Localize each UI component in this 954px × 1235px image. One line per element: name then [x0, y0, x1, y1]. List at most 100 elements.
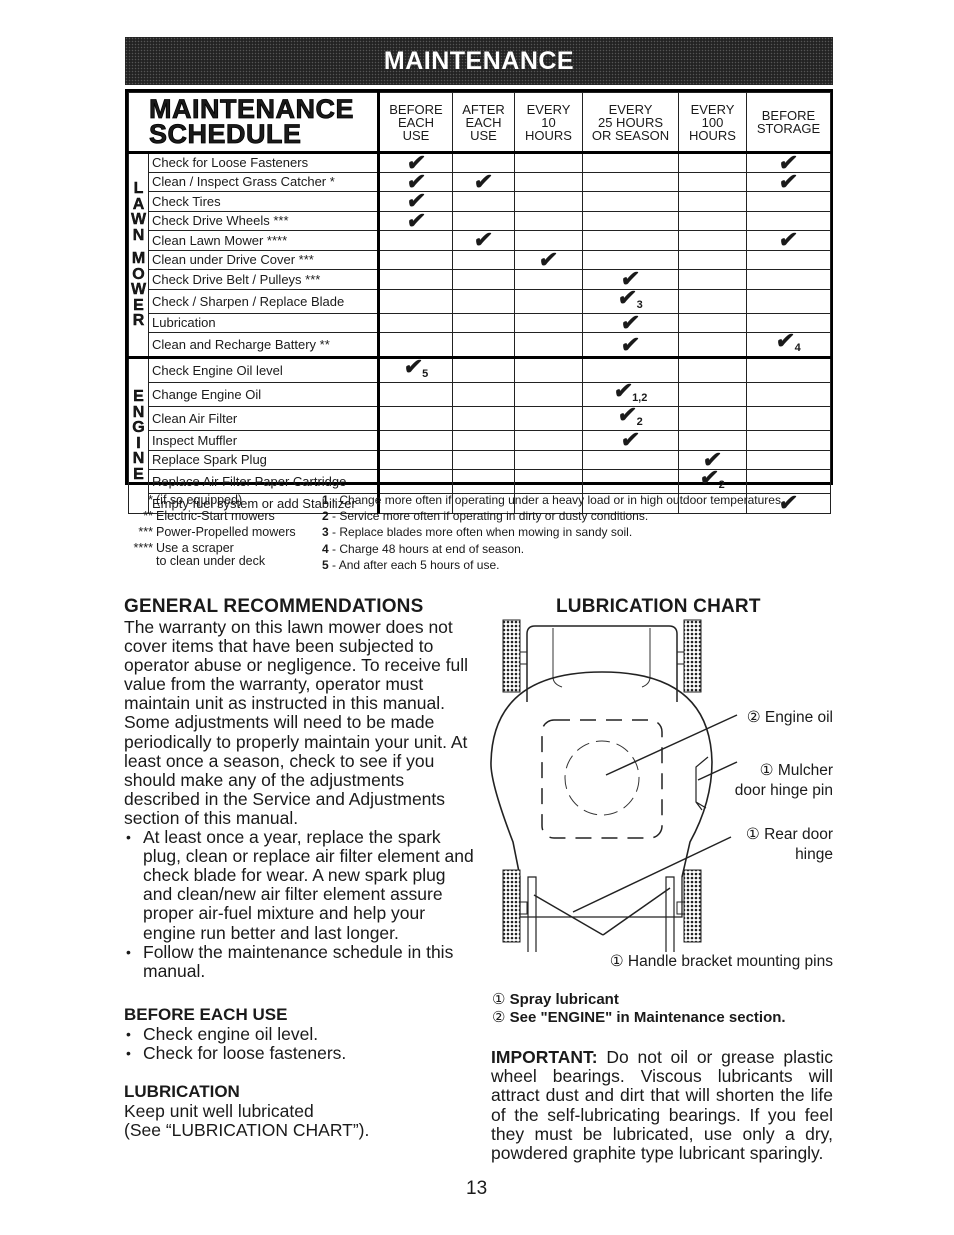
asterisk-text: (if so equipped) [156, 493, 243, 507]
cell-every-100-hours [678, 382, 747, 407]
check-mark-icon: ✔ [472, 168, 495, 194]
cell-every-25-hours [582, 191, 679, 212]
cell-after-each-use [452, 332, 515, 358]
task-name: Replace Air Filter Paper Cartridge [148, 469, 380, 494]
handle-left [527, 876, 537, 952]
label-rear-door-hinge: ① Rear door hinge [745, 826, 833, 863]
cell-every-100-hours [678, 191, 747, 212]
asterisk-text: Electric-Start mowers [156, 509, 275, 523]
check-mark-icon: ✔ [777, 227, 800, 253]
table-row: Check Drive Belt / Pulleys *** ✔ [129, 266, 831, 291]
asterisk-symbol: * [148, 493, 153, 507]
footnote-ref: 2 [718, 479, 725, 491]
task-name: Clean Air Filter [148, 406, 380, 431]
general-recommendations-paragraph: The warranty on this lawn mower does not… [124, 617, 469, 828]
cell-before-each-use [378, 230, 453, 251]
check-mark-icon: ✔ [777, 168, 800, 194]
group-letter: I [136, 434, 141, 452]
table-row: Lubrication ✔ [129, 310, 831, 335]
footnote-ref: 4 [794, 342, 801, 354]
footnote-text: - And after each 5 hours of use. [328, 557, 500, 572]
cell-every-100-hours [678, 406, 747, 431]
cell-every-25-hours: ✔ [582, 310, 679, 335]
cell-every-25-hours: ✔ [582, 331, 679, 358]
page-number: 13 [466, 1178, 488, 1199]
group-letter: E [133, 388, 144, 406]
cell-after-each-use [452, 356, 515, 383]
cell-before-storage [746, 449, 831, 470]
group-letter: N [132, 226, 145, 244]
cell-every-100-hours [678, 230, 747, 251]
mower-deck [490, 671, 713, 878]
lubrication-line2: (See “LUBRICATION CHART”). [124, 1120, 370, 1141]
group-label-engine: ENGINE [128, 356, 149, 514]
cell-before-each-use [378, 382, 453, 407]
check-mark-icon: ✔ [619, 331, 642, 357]
cell-before-each-use [378, 430, 453, 451]
leader-handle-left [533, 894, 604, 936]
front-right-wheel [683, 619, 702, 693]
task-name: Clean under Drive Cover *** [148, 249, 380, 270]
asterisk-footnotes: * (if so equipped) ** Electric-Start mowers… [125, 492, 305, 569]
cell-every-10-hours [514, 171, 583, 192]
cell-before-each-use [378, 249, 453, 270]
table-row: Clean under Drive Cover *** ✔ [129, 247, 831, 272]
cell-every-10-hours [514, 191, 583, 212]
cell-after-each-use [452, 449, 515, 470]
check-mark-icon: ✔ [698, 465, 721, 490]
group-letter: R [132, 312, 145, 330]
footnote-number: 5 [322, 557, 329, 572]
table-row: Inspect Muffler ✔ [129, 427, 831, 452]
asterisk-symbol: ** [143, 509, 153, 523]
footnote-number: 1 [322, 493, 329, 507]
maintenance-schedule-table: MAINTENANCE SCHEDULE BEFORE EACH USE AFTER… [125, 89, 833, 515]
cell-before-each-use [378, 269, 453, 290]
engine-outline [541, 719, 663, 839]
cell-before-storage [746, 288, 831, 314]
asterisk-text: to clean under deck [156, 554, 266, 568]
important-label: IMPORTANT: [491, 1047, 598, 1067]
group-letter: G [132, 419, 145, 437]
task-name: Change Engine Oil [148, 382, 380, 407]
cell-every-10-hours [514, 356, 583, 383]
front-housing [526, 625, 678, 702]
check-mark-icon: ✔ [405, 207, 428, 233]
cell-before-storage [746, 406, 831, 431]
cell-every-100-hours: ✔2 [678, 465, 747, 494]
cell-before-storage: ✔ [746, 227, 831, 253]
cell-after-each-use [452, 288, 515, 314]
cell-every-25-hours [582, 230, 679, 251]
table-row: Check / Sharpen / Replace Blade ✔3 [129, 285, 831, 314]
cell-before-each-use: ✔ [378, 207, 453, 233]
numbered-footnote: 3 - Replace blades more often when mowin… [322, 524, 842, 540]
leader-handle-right [602, 887, 671, 936]
task-name: Check Drive Belt / Pulleys *** [148, 269, 380, 290]
cell-before-storage: ✔ [746, 168, 831, 194]
asterisk-footnote: *** Power-Propelled mowers [125, 524, 305, 540]
cell-every-10-hours [514, 382, 583, 407]
lubrication-legend: ① Spray lubricant ② See "ENGINE" in Main… [492, 991, 786, 1027]
cell-every-10-hours [514, 332, 583, 358]
label-mulcher-door-hinge-pin: ① Mulcher door hinge pin [734, 762, 833, 799]
list-item: Check engine oil level. [124, 1024, 479, 1044]
task-name: Inspect Muffler [148, 430, 380, 451]
cell-every-100-hours [678, 152, 747, 173]
cell-every-10-hours [514, 210, 583, 231]
task-name: Lubrication [148, 312, 380, 333]
banner-title: MAINTENANCE [383, 46, 575, 75]
cell-after-each-use: ✔ [452, 227, 515, 252]
group-letter: N [132, 450, 145, 468]
general-recommendations-bullets: At least once a year, replace the spark … [124, 828, 479, 981]
numbered-footnote: 4 - Charge 48 hours at end of season. [322, 541, 842, 557]
check-mark-icon: ✔ [402, 354, 424, 379]
task-name: Check Drive Wheels *** [148, 210, 380, 231]
cell-after-each-use [452, 430, 515, 451]
footnote-text: - Change more often if operating under a… [328, 493, 785, 507]
list-item: Follow the maintenance schedule in this … [124, 942, 479, 981]
task-name: Clean and Recharge Battery ** [148, 332, 380, 358]
check-mark-icon: ✔ [611, 378, 634, 403]
column-header-every-25-hours: EVERY 25 HOURS OR SEASON [582, 92, 679, 154]
cell-before-each-use [378, 406, 453, 431]
group-label-lawn-mower: LAWNMOWER [128, 152, 149, 358]
cell-before-storage [746, 191, 831, 212]
